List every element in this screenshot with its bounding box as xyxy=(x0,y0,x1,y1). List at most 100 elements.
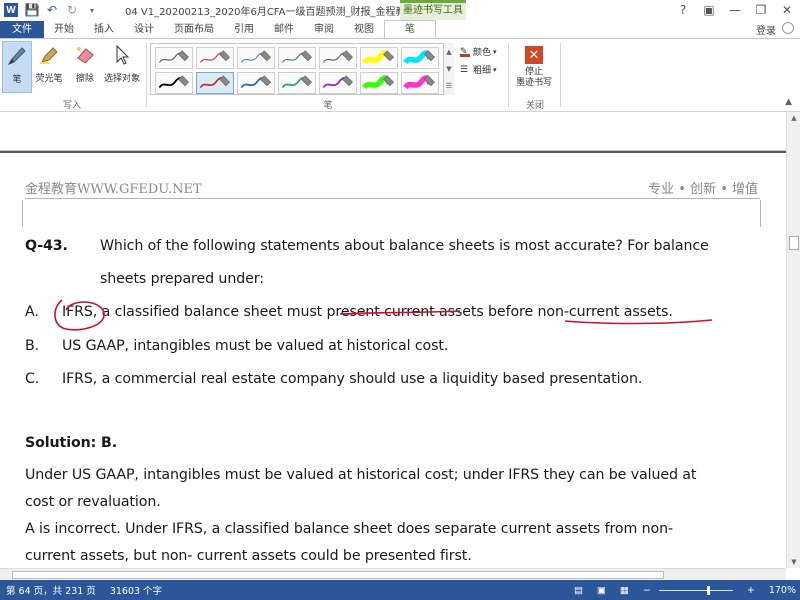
undo-icon[interactable]: ↶ xyxy=(44,2,60,18)
solution-title: Solution: B. xyxy=(25,435,118,451)
eraser-icon xyxy=(72,41,98,69)
title-bar: W 💾 ↶ ↻ ▾ 04 V1_20200213_2020年6月CFA一级百题预… xyxy=(0,0,800,20)
word-logo-icon[interactable]: W xyxy=(4,3,18,17)
pen-swatch[interactable] xyxy=(237,72,275,94)
ribbon-tabs: 文件 开始 插入 设计 页面布局 引用 邮件 审阅 视图 笔 登录 xyxy=(0,20,800,38)
smiley-feedback-icon[interactable] xyxy=(782,22,794,34)
tab-review[interactable]: 审阅 xyxy=(304,21,344,38)
gallery-down-icon[interactable]: ▼ xyxy=(446,65,451,73)
pen-swatch[interactable] xyxy=(319,72,357,94)
pen-stroke-icon xyxy=(240,75,271,89)
pen-stroke-icon xyxy=(281,50,312,63)
pen-swatch[interactable] xyxy=(196,72,234,94)
redo-icon[interactable]: ↻ xyxy=(64,2,80,18)
option-c-letter: C. xyxy=(25,371,40,387)
vertical-scrollbar[interactable]: ▲ ▼ xyxy=(786,112,800,568)
pen-stroke-icon xyxy=(199,75,230,89)
pen-swatch[interactable] xyxy=(278,72,316,94)
close-group-label: 关闭 xyxy=(525,101,544,111)
stop-inking-button[interactable]: ✕ 停止 墨迹书写 xyxy=(512,43,556,95)
tab-home[interactable]: 开始 xyxy=(44,21,84,38)
collapse-ribbon-icon[interactable]: ▲ xyxy=(785,97,792,107)
scroll-up-icon[interactable]: ▲ xyxy=(787,112,800,124)
print-layout-icon[interactable]: ▣ xyxy=(597,585,606,596)
tab-mailings[interactable]: 邮件 xyxy=(264,21,304,38)
save-icon[interactable]: 💾 xyxy=(24,2,40,18)
pen-stroke-icon xyxy=(281,75,312,89)
pen-stroke-icon xyxy=(362,50,394,65)
gallery-more-icon[interactable]: ☰ xyxy=(446,82,452,90)
tab-insert[interactable]: 插入 xyxy=(84,21,124,38)
question-line-2: sheets prepared under: xyxy=(100,271,264,287)
tab-pen[interactable]: 笔 xyxy=(384,20,436,38)
read-mode-icon[interactable]: ▤ xyxy=(574,585,583,596)
chevron-down-icon: ▾ xyxy=(493,65,497,74)
word-count[interactable]: 31603 个字 xyxy=(110,583,162,597)
help-icon[interactable]: ? xyxy=(670,0,696,20)
close-icon[interactable]: ✕ xyxy=(774,0,800,20)
select-objects-button[interactable]: 选择对象 xyxy=(104,41,140,93)
pen-swatch[interactable] xyxy=(278,47,316,69)
highlighter-button[interactable]: 荧光笔 xyxy=(34,41,64,93)
horizontal-scrollbar[interactable] xyxy=(0,568,786,580)
tab-references[interactable]: 引用 xyxy=(224,21,264,38)
minimize-icon[interactable]: — xyxy=(722,0,748,20)
group-divider xyxy=(146,43,147,107)
quick-access-toolbar: 💾 ↶ ↻ ▾ xyxy=(24,2,100,18)
pen-swatch[interactable] xyxy=(319,47,357,69)
zoom-slider[interactable] xyxy=(658,585,733,595)
zoom-in-icon[interactable]: + xyxy=(747,585,755,596)
pen-stroke-icon xyxy=(403,75,435,90)
pen-swatch[interactable] xyxy=(401,47,439,69)
document-canvas[interactable]: 金程教育WWW.GFEDU.NET 专业 • 创新 • 增值 Q-43. Whi… xyxy=(0,112,786,568)
window-controls: ? ▣ — ❐ ✕ xyxy=(670,0,800,20)
status-bar: 第 64 页，共 231 页 31603 个字 ▤ ▣ ▦ − + 170% xyxy=(0,580,800,600)
customize-qat-icon[interactable]: ▾ xyxy=(84,2,100,18)
pen-swatch[interactable] xyxy=(155,47,193,69)
web-layout-icon[interactable]: ▦ xyxy=(620,585,629,596)
pen-group-label: 笔 xyxy=(323,101,333,111)
scroll-down-icon[interactable]: ▼ xyxy=(787,556,800,568)
pen-color-icon: ✎ xyxy=(460,47,470,57)
chevron-down-icon: ▾ xyxy=(493,47,497,56)
scroll-thumb[interactable] xyxy=(789,236,799,250)
page-separator xyxy=(0,151,786,153)
pen-gallery xyxy=(150,43,454,95)
page-header-right: 专业 • 创新 • 增值 xyxy=(648,182,758,197)
ink-tools-context-label: 墨迹书写工具 xyxy=(400,0,466,20)
pen-swatch[interactable] xyxy=(196,47,234,69)
solution-line-2: cost or revaluation. xyxy=(25,494,161,510)
ribbon-display-icon[interactable]: ▣ xyxy=(696,0,722,20)
page-count[interactable]: 第 64 页，共 231 页 xyxy=(6,583,96,597)
pen-thickness-button[interactable]: ☰ 粗细 ▾ xyxy=(460,63,497,77)
pen-swatch[interactable] xyxy=(401,72,439,94)
header-rule xyxy=(25,198,760,199)
document-title: 04 V1_20200213_2020年6月CFA一级百题预测_财报_金程教育.… xyxy=(125,7,426,18)
tab-design[interactable]: 设计 xyxy=(124,21,164,38)
pen-stroke-icon xyxy=(199,50,230,63)
pen-swatch[interactable] xyxy=(237,47,275,69)
write-group: 笔 荧光笔 擦除 选择对象 写入 xyxy=(0,39,144,113)
pen-swatch[interactable] xyxy=(360,72,398,94)
gallery-scroll[interactable]: ▲ ▼ ☰ xyxy=(443,43,454,95)
group-divider xyxy=(508,43,509,107)
solution-line-4: current assets, but non- current assets … xyxy=(25,548,472,564)
zoom-knob[interactable] xyxy=(706,585,710,595)
zoom-level[interactable]: 170% xyxy=(769,585,796,596)
margin-corner-left xyxy=(22,200,23,227)
tab-file[interactable]: 文件 xyxy=(0,21,44,38)
zoom-out-icon[interactable]: − xyxy=(643,585,651,596)
gallery-up-icon[interactable]: ▲ xyxy=(446,48,451,56)
restore-icon[interactable]: ❐ xyxy=(748,0,774,20)
login-link[interactable]: 登录 xyxy=(756,22,776,37)
pen-swatch[interactable] xyxy=(155,72,193,94)
hscroll-thumb[interactable] xyxy=(12,571,664,579)
pen-button[interactable]: 笔 xyxy=(2,41,32,93)
pen-swatch[interactable] xyxy=(360,47,398,69)
pen-color-button[interactable]: ✎ 颜色 ▾ xyxy=(460,45,497,58)
tab-page-layout[interactable]: 页面布局 xyxy=(164,21,224,38)
pen-stroke-icon xyxy=(322,75,353,89)
tab-view[interactable]: 视图 xyxy=(344,21,384,38)
eraser-button[interactable]: 擦除 xyxy=(70,41,100,93)
option-a-text: IFRS, a classified balance sheet must pr… xyxy=(62,304,673,320)
